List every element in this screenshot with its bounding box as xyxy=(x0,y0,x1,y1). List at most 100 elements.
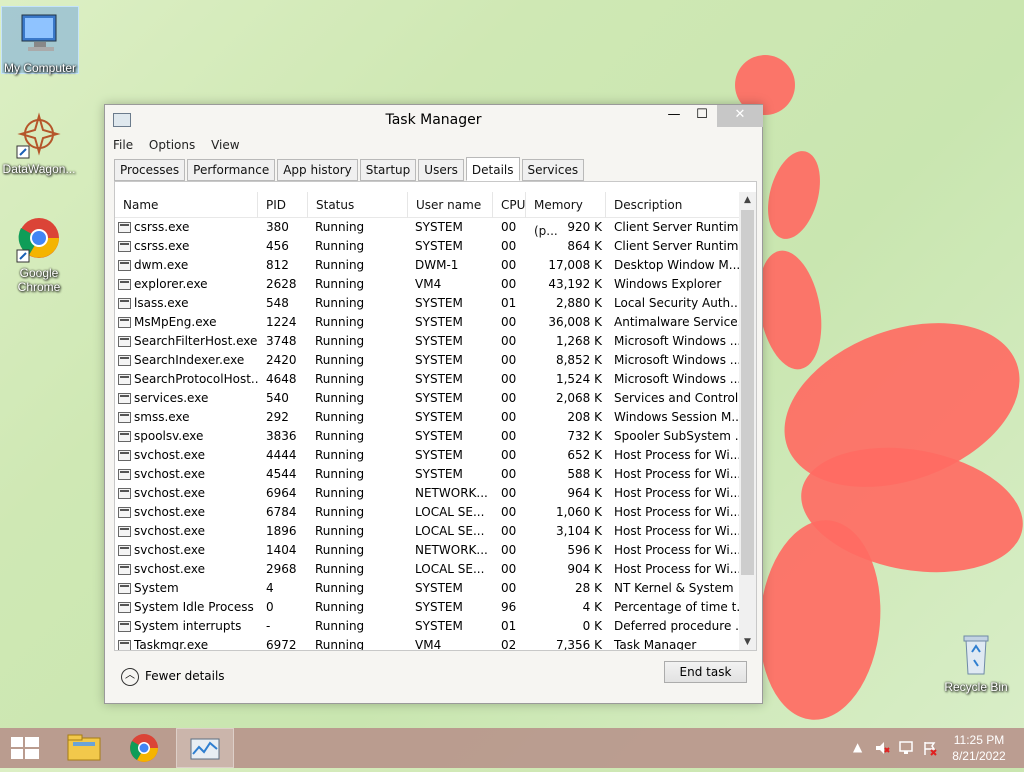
column-header-memory[interactable]: Memory (p... xyxy=(526,192,606,238)
scroll-down-icon[interactable]: ▼ xyxy=(739,634,756,650)
task-manager-window[interactable]: Task Manager — ☐ ✕ File Options View Pro… xyxy=(104,104,763,704)
desktop-icon-my-computer[interactable]: My Computer xyxy=(1,6,79,75)
process-name: csrss.exe xyxy=(134,239,190,253)
title-bar[interactable]: Task Manager — ☐ ✕ xyxy=(105,105,763,135)
desktop-icon-recycle-bin[interactable]: Recycle Bin xyxy=(937,630,1015,694)
cell-user-name: SYSTEM xyxy=(415,239,463,253)
cell-pid: 548 xyxy=(266,296,289,310)
table-row[interactable]: svchost.exe 1404 Running NETWORK... 00 596 K H… xyxy=(115,541,740,560)
column-header-name[interactable]: Name xyxy=(115,192,258,218)
menu-view[interactable]: View xyxy=(211,135,239,155)
table-row[interactable]: Taskmgr.exe 6972 Running VM4 02 7,356 K Task M… xyxy=(115,636,740,650)
end-task-button[interactable]: End task xyxy=(664,661,747,683)
cell-pid: 2968 xyxy=(266,562,297,576)
column-header-pid[interactable]: PID xyxy=(258,192,308,218)
taskbar-task-manager[interactable] xyxy=(176,728,234,768)
cell-name: svchost.exe xyxy=(115,541,258,560)
desktop-icon-google-chrome[interactable]: Google Chrome xyxy=(0,216,78,294)
table-row[interactable]: System interrupts - Running SYSTEM 01 0 K Defe… xyxy=(115,617,740,636)
cell-cpu: 00 xyxy=(501,239,517,253)
action-center-flag-icon[interactable] xyxy=(922,740,938,759)
table-row[interactable]: svchost.exe 1896 Running LOCAL SE... 00 3,104… xyxy=(115,522,740,541)
table-row[interactable]: System Idle Process 0 Running SYSTEM 96 4 K Pe… xyxy=(115,598,740,617)
start-button[interactable] xyxy=(0,728,50,768)
table-row[interactable]: System 4 Running SYSTEM 00 28 K NT Kernel & Sy… xyxy=(115,579,740,598)
table-row[interactable]: MsMpEng.exe 1224 Running SYSTEM 00 36,008 K An… xyxy=(115,313,740,332)
cell-pid: 6972 xyxy=(266,638,297,650)
table-row[interactable]: svchost.exe 6784 Running LOCAL SE... 00 1,060… xyxy=(115,503,740,522)
scrollbar-thumb[interactable] xyxy=(741,210,754,575)
tab-details[interactable]: Details xyxy=(465,157,520,181)
cell-status: Running xyxy=(315,372,365,386)
cell-user-name: LOCAL SE... xyxy=(415,524,485,538)
cell-name: System Idle Process xyxy=(115,598,258,617)
cell-memory: 17,008 K xyxy=(548,258,602,272)
tab-services[interactable]: Services xyxy=(521,159,585,181)
vertical-scrollbar[interactable]: ▲ ▼ xyxy=(739,192,756,650)
table-row[interactable]: lsass.exe 548 Running SYSTEM 01 2,880 K Local … xyxy=(115,294,740,313)
tab-processes[interactable]: Processes xyxy=(114,159,186,181)
cell-pid: 4648 xyxy=(266,372,297,386)
tab-app-history[interactable]: App history xyxy=(277,159,358,181)
process-icon xyxy=(118,469,131,480)
process-icon xyxy=(118,393,131,404)
scroll-up-icon[interactable]: ▲ xyxy=(739,192,756,208)
cell-name: svchost.exe xyxy=(115,522,258,541)
minimize-button[interactable]: — xyxy=(661,105,687,127)
cell-status: Running xyxy=(315,410,365,424)
table-row[interactable]: svchost.exe 4444 Running SYSTEM 00 652 K Host … xyxy=(115,446,740,465)
close-button[interactable]: ✕ xyxy=(717,105,763,127)
show-hidden-icons[interactable]: ▲ xyxy=(853,740,862,754)
table-row[interactable]: explorer.exe 2628 Running VM4 00 43,192 K Wind… xyxy=(115,275,740,294)
process-icon xyxy=(118,222,131,233)
table-row[interactable]: svchost.exe 4544 Running SYSTEM 00 588 K Host … xyxy=(115,465,740,484)
table-row[interactable]: smss.exe 292 Running SYSTEM 00 208 K Windows S… xyxy=(115,408,740,427)
table-row[interactable]: csrss.exe 456 Running SYSTEM 00 864 K Client S… xyxy=(115,237,740,256)
process-icon xyxy=(118,412,131,423)
taskbar-file-explorer[interactable] xyxy=(56,728,114,768)
network-icon[interactable] xyxy=(898,740,914,759)
cell-description: Host Process for Wi... xyxy=(614,448,740,462)
table-row[interactable]: spoolsv.exe 3836 Running SYSTEM 00 732 K Spool… xyxy=(115,427,740,446)
cell-name: svchost.exe xyxy=(115,446,258,465)
window-footer: ︿ Fewer details End task xyxy=(105,657,762,703)
cell-memory: 2,880 K xyxy=(555,296,602,310)
cell-name: SearchFilterHost.exe xyxy=(115,332,258,351)
column-header-cpu[interactable]: CPU xyxy=(493,192,526,218)
volume-muted-icon[interactable] xyxy=(874,740,890,759)
table-row[interactable]: svchost.exe 6964 Running NETWORK... 00 964 K H… xyxy=(115,484,740,503)
cell-memory: 0 K xyxy=(582,619,602,633)
cell-cpu: 00 xyxy=(501,353,517,367)
tab-startup[interactable]: Startup xyxy=(359,159,417,181)
cell-description: Antimalware Service... xyxy=(614,315,740,329)
table-row[interactable]: services.exe 540 Running SYSTEM 00 2,068 K Ser… xyxy=(115,389,740,408)
tab-users[interactable]: Users xyxy=(418,159,464,181)
cell-memory: 652 K xyxy=(567,448,602,462)
table-row[interactable]: SearchIndexer.exe 2420 Running SYSTEM 00 8,85… xyxy=(115,351,740,370)
table-row[interactable]: svchost.exe 2968 Running LOCAL SE... 00 904 K… xyxy=(115,560,740,579)
cell-status: Running xyxy=(315,638,365,650)
cell-memory: 3,104 K xyxy=(555,524,602,538)
system-clock[interactable]: 11:25 PM 8/21/2022 xyxy=(944,732,1014,764)
menu-options[interactable]: Options xyxy=(149,135,195,155)
column-header-status[interactable]: Status xyxy=(308,192,408,218)
column-header-user-name[interactable]: User name xyxy=(408,192,493,218)
desktop-icon-datawagon[interactable]: DataWagon... xyxy=(0,112,78,176)
table-row[interactable]: SearchFilterHost.exe 3748 Running SYSTEM 00 1… xyxy=(115,332,740,351)
cell-memory: 8,852 K xyxy=(555,353,602,367)
maximize-button[interactable]: ☐ xyxy=(689,105,715,127)
process-name: SearchFilterHost.exe xyxy=(134,334,258,348)
table-header: Name PID Status User name CPU Memory (p.… xyxy=(115,192,740,238)
table-row[interactable]: csrss.exe 380 Running SYSTEM 00 920 K Client S… xyxy=(115,218,740,237)
tab-performance[interactable]: Performance xyxy=(187,159,276,181)
table-row[interactable]: SearchProtocolHost.... 4648 Running SYSTEM 0… xyxy=(115,370,740,389)
cell-user-name: NETWORK... xyxy=(415,543,488,557)
cell-status: Running xyxy=(315,562,365,576)
column-header-description[interactable]: Description xyxy=(606,192,740,218)
table-row[interactable]: dwm.exe 812 Running DWM-1 00 17,008 K Desktop … xyxy=(115,256,740,275)
cell-pid: 6964 xyxy=(266,486,297,500)
cell-cpu: 00 xyxy=(501,372,517,386)
menu-file[interactable]: File xyxy=(113,135,133,155)
fewer-details-button[interactable]: ︿ Fewer details xyxy=(121,667,225,686)
taskbar-chrome[interactable] xyxy=(116,728,174,768)
